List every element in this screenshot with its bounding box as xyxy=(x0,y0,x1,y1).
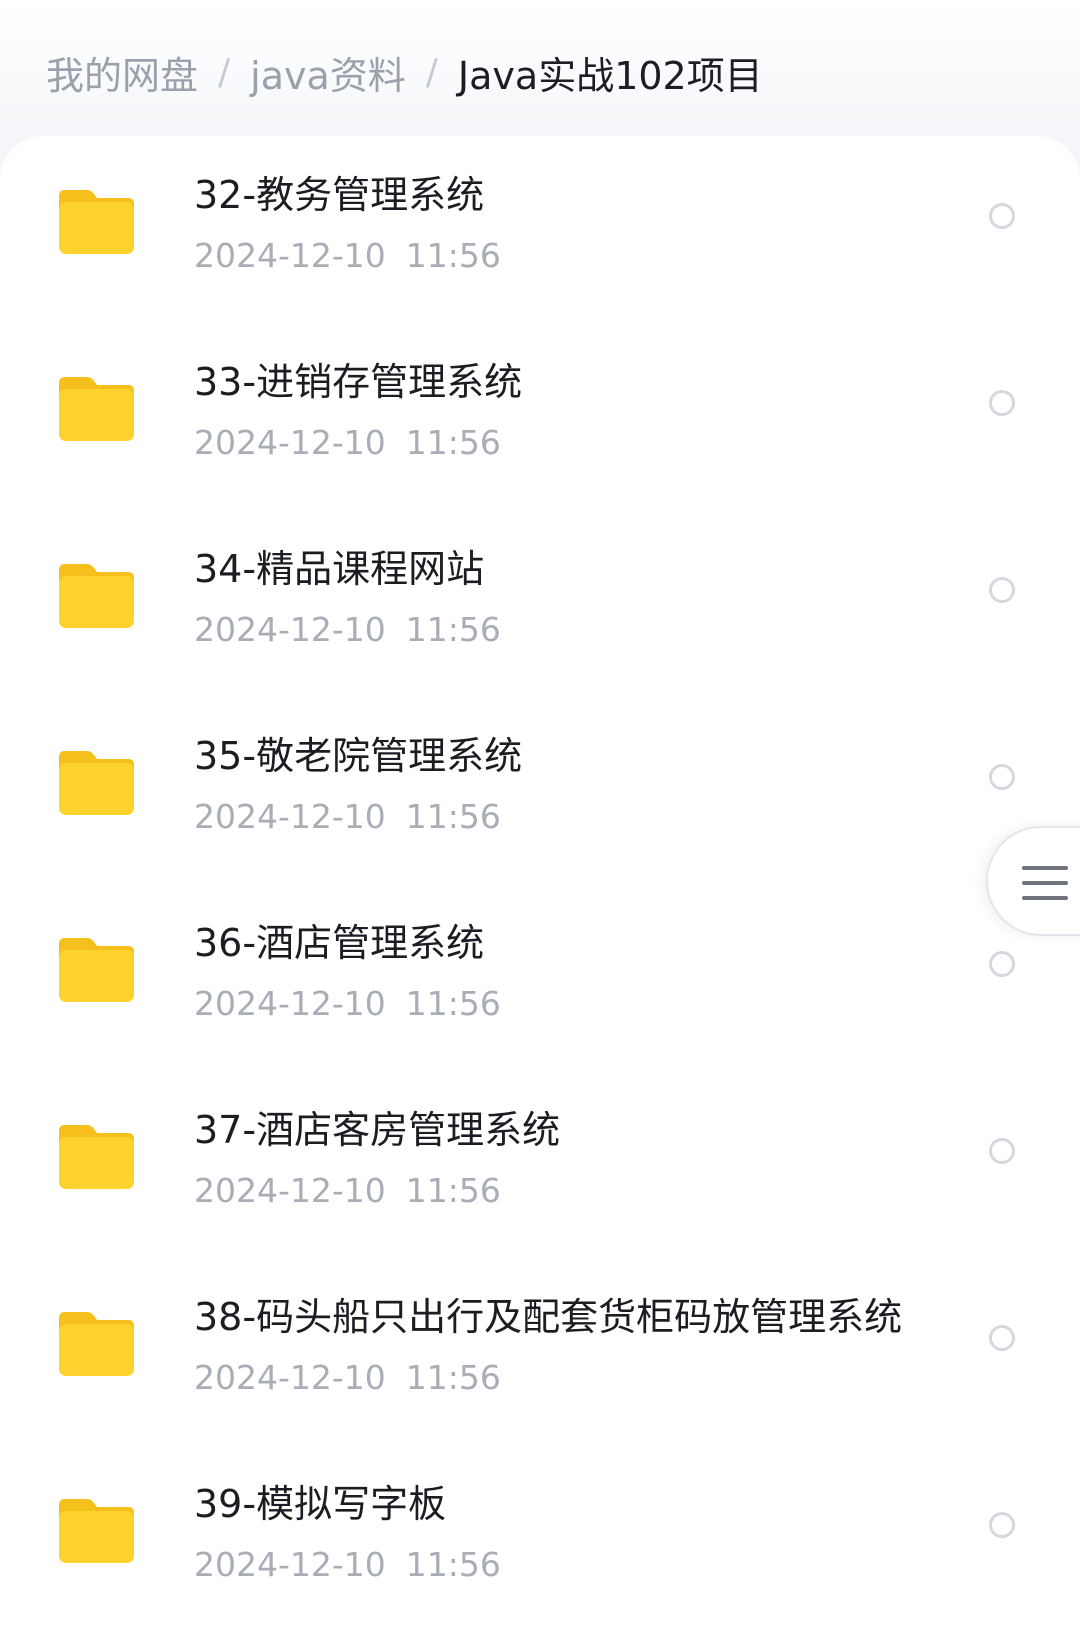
folder-modified: 2024-12-10 11:56 xyxy=(194,234,501,278)
breadcrumb-separator: / xyxy=(425,51,438,93)
folder-time: 11:56 xyxy=(405,984,501,1023)
folder-modified: 2024-12-10 11:56 xyxy=(194,608,501,652)
select-radio[interactable] xyxy=(989,1325,1015,1351)
file-row[interactable]: 34-精品课程网站 2024-12-10 11:56 xyxy=(0,522,1080,709)
breadcrumb-separator: / xyxy=(218,51,231,93)
folder-name: 38-码头船只出行及配套货柜码放管理系统 xyxy=(194,1295,903,1339)
folder-icon xyxy=(59,564,134,628)
select-radio[interactable] xyxy=(989,951,1015,977)
folder-date: 2024-12-10 xyxy=(194,610,386,649)
folder-name: 32-教务管理系统 xyxy=(194,173,485,217)
breadcrumb-my-drive[interactable]: 我的网盘 xyxy=(46,45,198,100)
folder-time: 11:56 xyxy=(405,423,501,462)
folder-time: 11:56 xyxy=(405,1358,501,1397)
folder-icon xyxy=(59,1125,134,1189)
folder-modified: 2024-12-10 11:56 xyxy=(194,982,501,1026)
folder-date: 2024-12-10 xyxy=(194,984,386,1023)
breadcrumb-current-folder: Java实战102项目 xyxy=(457,53,763,98)
folder-date: 2024-12-10 xyxy=(194,1545,386,1584)
folder-date: 2024-12-10 xyxy=(194,236,386,275)
folder-time: 11:56 xyxy=(405,1545,501,1584)
file-row[interactable]: 38-码头船只出行及配套货柜码放管理系统 2024-12-10 11:56 xyxy=(0,1270,1080,1457)
file-list: 32-教务管理系统 2024-12-10 11:56 33-进销存管理系统 202… xyxy=(0,148,1080,1644)
breadcrumb-java-materials[interactable]: java资料 xyxy=(250,45,406,100)
folder-modified: 2024-12-10 11:56 xyxy=(194,421,501,465)
folder-icon xyxy=(59,751,134,815)
folder-name: 34-精品课程网站 xyxy=(194,547,485,591)
folder-icon xyxy=(59,1499,134,1563)
folder-icon xyxy=(59,1312,134,1376)
select-radio[interactable] xyxy=(989,1512,1015,1538)
folder-icon xyxy=(59,938,134,1002)
folder-modified: 2024-12-10 11:56 xyxy=(194,795,501,839)
file-row[interactable]: 32-教务管理系统 2024-12-10 11:56 xyxy=(0,148,1080,335)
folder-modified: 2024-12-10 11:56 xyxy=(194,1169,501,1213)
folder-icon xyxy=(59,377,134,441)
folder-date: 2024-12-10 xyxy=(194,1358,386,1397)
select-radio[interactable] xyxy=(989,203,1015,229)
file-row[interactable]: 39-模拟写字板 2024-12-10 11:56 xyxy=(0,1457,1080,1644)
select-radio[interactable] xyxy=(989,1138,1015,1164)
folder-name: 39-模拟写字板 xyxy=(194,1482,447,1526)
folder-date: 2024-12-10 xyxy=(194,1171,386,1210)
file-row[interactable]: 36-酒店管理系统 2024-12-10 11:56 xyxy=(0,896,1080,1083)
folder-date: 2024-12-10 xyxy=(194,797,386,836)
select-radio[interactable] xyxy=(989,764,1015,790)
folder-time: 11:56 xyxy=(405,610,501,649)
folder-name: 35-敬老院管理系统 xyxy=(194,734,523,778)
breadcrumb: 我的网盘 / java资料 / Java实战102项目 xyxy=(46,44,763,100)
select-radio[interactable] xyxy=(989,577,1015,603)
folder-name: 36-酒店管理系统 xyxy=(194,921,485,965)
folder-modified: 2024-12-10 11:56 xyxy=(194,1356,501,1400)
folder-time: 11:56 xyxy=(405,236,501,275)
file-row[interactable]: 37-酒店客房管理系统 2024-12-10 11:56 xyxy=(0,1083,1080,1270)
folder-time: 11:56 xyxy=(405,797,501,836)
folder-icon xyxy=(59,190,134,254)
select-radio[interactable] xyxy=(989,390,1015,416)
menu-icon xyxy=(1022,866,1068,900)
file-row[interactable]: 33-进销存管理系统 2024-12-10 11:56 xyxy=(0,335,1080,522)
folder-modified: 2024-12-10 11:56 xyxy=(194,1543,501,1587)
file-row[interactable]: 35-敬老院管理系统 2024-12-10 11:56 xyxy=(0,709,1080,896)
folder-name: 33-进销存管理系统 xyxy=(194,360,523,404)
folder-time: 11:56 xyxy=(405,1171,501,1210)
folder-name: 37-酒店客房管理系统 xyxy=(194,1108,561,1152)
folder-date: 2024-12-10 xyxy=(194,423,386,462)
